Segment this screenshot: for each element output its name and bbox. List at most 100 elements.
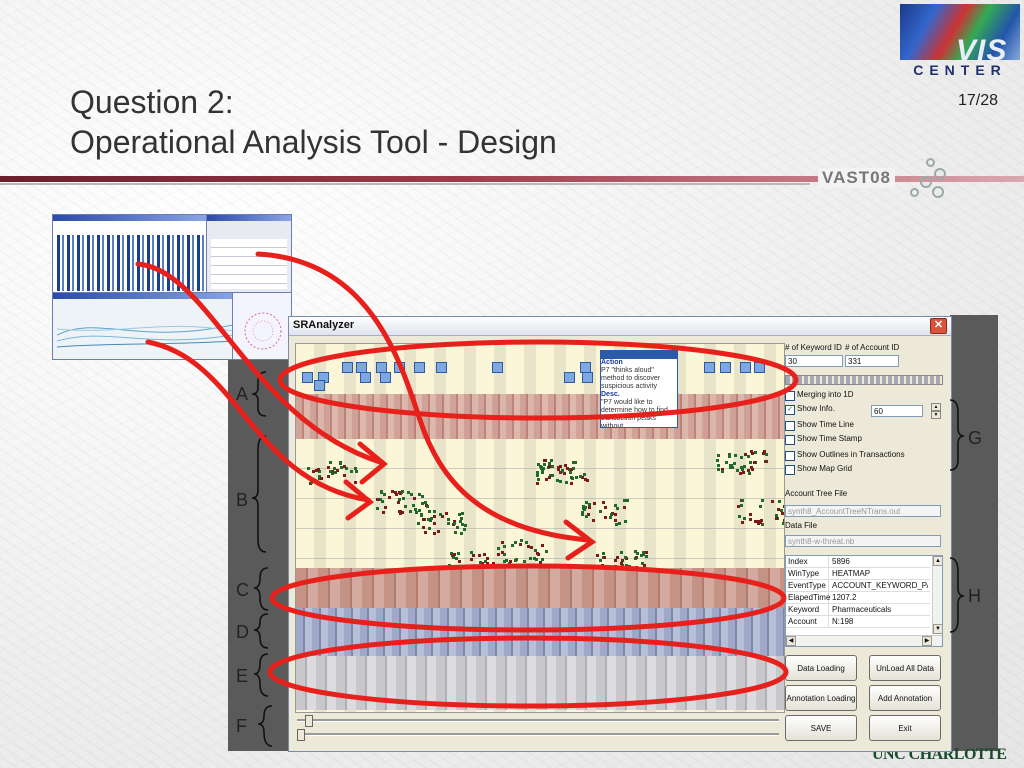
close-icon[interactable]: ✕ [930, 318, 947, 334]
annotation-marker-icon[interactable] [302, 372, 313, 383]
annotation-marker-icon[interactable] [360, 372, 371, 383]
transaction-dot [634, 557, 638, 561]
transaction-dot [642, 553, 646, 557]
table-row[interactable]: Account N:198 [786, 616, 930, 628]
annotation-loading-button[interactable]: Annotation Loading [785, 685, 857, 711]
account-id-field[interactable]: 331 [845, 355, 899, 367]
checkbox-show-time-line[interactable] [785, 421, 795, 431]
transaction-dot [781, 511, 784, 515]
transaction-dot [445, 512, 449, 516]
transaction-dot [624, 556, 628, 559]
annotation-marker-icon[interactable] [414, 362, 425, 373]
transaction-dot [743, 465, 747, 469]
scroll-right-icon[interactable]: ▶ [922, 636, 932, 646]
table-row[interactable]: ElapedTime 1207.2 [786, 592, 930, 604]
thumbnail-list-window [206, 214, 292, 296]
annotation-marker-icon[interactable] [582, 372, 593, 383]
window-titlebar[interactable]: SRAnalyzer ✕ [289, 317, 951, 336]
data-loading-button[interactable]: Data Loading [785, 655, 857, 681]
exit-button[interactable]: Exit [869, 715, 941, 741]
transaction-dot [753, 520, 757, 524]
checkbox-show-map-grid[interactable] [785, 465, 795, 475]
scroll-up-icon[interactable]: ▲ [933, 556, 942, 566]
annotation-marker-icon[interactable] [704, 362, 715, 373]
transaction-dot [777, 508, 781, 512]
transaction-dot [451, 556, 455, 560]
annotation-popup[interactable]: Action P7 "thinks aloud" method to disco… [600, 350, 678, 428]
info-table[interactable]: Index 5896 WinType HEATMAP EventType ACCOUNT_… [785, 555, 943, 647]
transaction-dot [748, 461, 752, 465]
transaction-dot [604, 515, 608, 519]
scroll-down-icon[interactable]: ▼ [933, 624, 942, 634]
account-tree-label: Account Tree File [785, 489, 848, 498]
checkbox-show-time-stamp[interactable] [785, 435, 795, 445]
transaction-dot [623, 506, 627, 510]
keyword-id-field[interactable]: 30 [785, 355, 843, 367]
zoom-slider-thumb[interactable] [305, 715, 313, 727]
transaction-dot [584, 478, 588, 482]
table-row[interactable]: EventType ACCOUNT_KEYWORD_PAI [786, 580, 930, 592]
annotation-marker-icon[interactable] [754, 362, 765, 373]
spin-up-icon[interactable]: ▲ [931, 403, 941, 411]
data-file-label: Data File [785, 521, 818, 530]
annotation-marker-icon[interactable] [564, 372, 575, 383]
spin-down-icon[interactable]: ▼ [931, 411, 941, 419]
annotation-marker-icon[interactable] [740, 362, 751, 373]
checkbox-merging-into-1d[interactable] [785, 391, 795, 401]
transaction-dot [748, 513, 752, 517]
transaction-dot [560, 469, 564, 473]
transaction-dot [538, 560, 542, 564]
account-tree-field[interactable]: synth8_AccountTreeNTrans.out [785, 505, 941, 517]
scroll-left-icon[interactable]: ◀ [786, 636, 796, 646]
transaction-dot [569, 482, 573, 486]
transaction-dot [551, 473, 555, 477]
transaction-dot [778, 499, 782, 503]
checkbox-show-info[interactable]: ✓ [785, 405, 795, 415]
control-panel: # of Keyword ID # of Account ID 30 331 M… [785, 339, 945, 749]
transaction-dot [728, 465, 732, 469]
show-info-value-field[interactable]: 60 [871, 405, 923, 417]
annotation-marker-icon[interactable] [436, 362, 447, 373]
transaction-dot [541, 558, 545, 562]
table-horizontal-scrollbar[interactable]: ◀ ▶ [786, 635, 942, 646]
transaction-dot [536, 463, 540, 467]
transaction-dot [721, 469, 725, 473]
transaction-dot [328, 461, 332, 465]
add-annotation-button[interactable]: Add Annotation [869, 685, 941, 711]
table-row[interactable]: Index 5896 [786, 556, 930, 568]
table-row[interactable]: WinType HEATMAP [786, 568, 930, 580]
table-row[interactable]: Keyword Pharmaceuticals [786, 604, 930, 616]
table-vertical-scrollbar[interactable]: ▲ ▼ [932, 556, 942, 634]
transaction-dot [447, 564, 451, 568]
transaction-dot [338, 462, 342, 466]
transaction-dot [613, 512, 617, 516]
transaction-dot [307, 466, 311, 470]
region-label-b: B [236, 490, 249, 510]
data-file-field[interactable]: synth8-w-threat.nb [785, 535, 941, 547]
annotation-heatmap-band [296, 394, 784, 439]
annotation-marker-icon[interactable] [380, 372, 391, 383]
pan-slider-track[interactable] [297, 733, 779, 736]
annotation-marker-icon[interactable] [492, 362, 503, 373]
transaction-dot [514, 541, 518, 545]
pan-slider-thumb[interactable] [297, 729, 305, 741]
transaction-scatter [296, 439, 784, 576]
transaction-dot [529, 556, 533, 560]
transaction-dot [478, 554, 482, 558]
zoom-slider-track[interactable] [297, 719, 779, 722]
checkbox-show-outlines-in-transactions[interactable] [785, 451, 795, 461]
header-divider-thin [0, 183, 810, 185]
transaction-dot [550, 459, 554, 462]
annotation-marker-icon[interactable] [342, 362, 353, 373]
transaction-dot [523, 560, 527, 564]
visualization-canvas[interactable]: Action P7 "thinks aloud" method to disco… [295, 343, 785, 713]
transaction-dot [381, 500, 385, 504]
checkbox-label: Merging into 1D [797, 390, 854, 399]
annotation-marker-icon[interactable] [720, 362, 731, 373]
annotation-marker-icon[interactable] [394, 362, 405, 373]
annotation-marker-icon[interactable] [314, 380, 325, 391]
table-cell-value: ACCOUNT_KEYWORD_PAI [832, 581, 928, 590]
unload-all-data-button[interactable]: UnLoad All Data [869, 655, 941, 681]
save-button[interactable]: SAVE [785, 715, 857, 741]
table-cell-key: Index [788, 556, 829, 567]
